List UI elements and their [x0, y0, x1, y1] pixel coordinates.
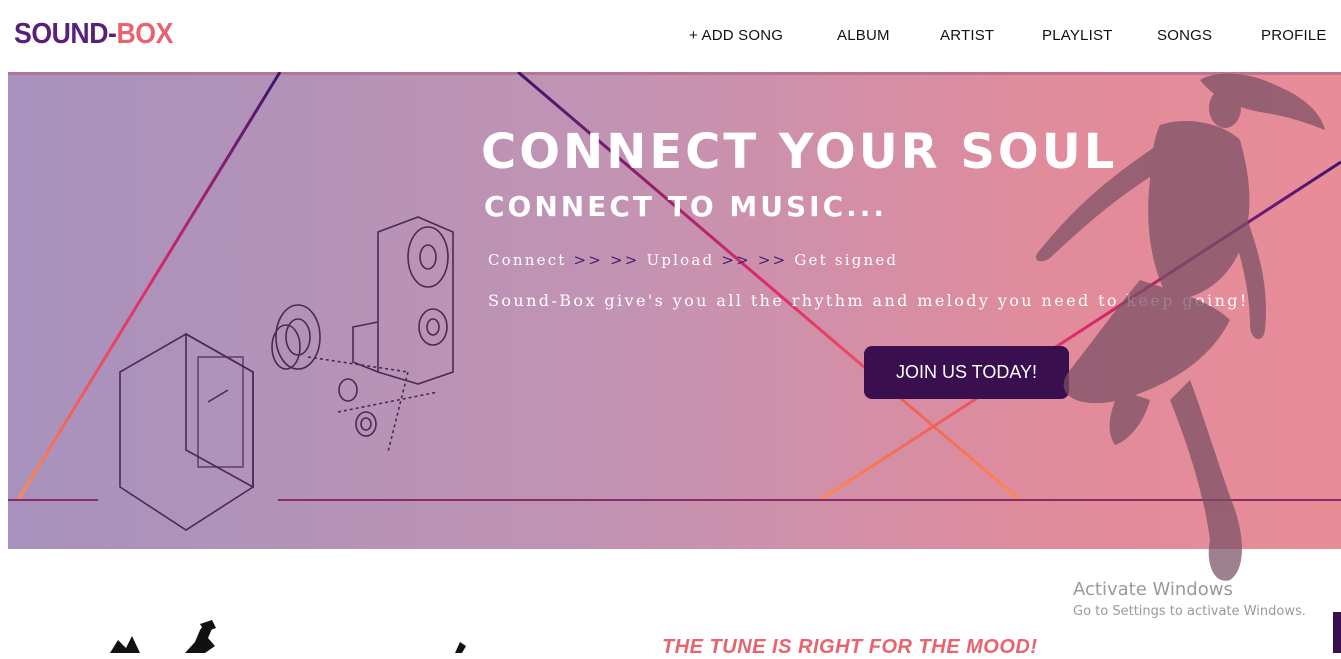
step-get-signed: Get signed [794, 251, 899, 269]
activate-windows-title: Activate Windows [1073, 579, 1233, 600]
nav-artist[interactable]: ARTIST [940, 27, 994, 44]
band-silhouette-image [110, 620, 466, 653]
join-us-button[interactable]: JOIN US TODAY! [864, 346, 1069, 399]
step-separator: >> >> [721, 251, 788, 269]
step-upload: Upload [646, 251, 715, 269]
hero-headline: CONNECT YOUR SOUL [481, 124, 1118, 180]
hero-subheadline: CONNECT TO MUSIC... [484, 190, 888, 223]
hero-steps: Connect >> >> Upload >> >> Get signed [488, 251, 898, 269]
step-separator: >> >> [573, 251, 640, 269]
hero-diagonal-line [819, 160, 1341, 502]
speaker-sketch-icon [119, 216, 454, 531]
activate-windows-subtitle: Go to Settings to activate Windows. [1073, 604, 1306, 619]
hero-banner: CONNECT YOUR SOUL CONNECT TO MUSIC... Co… [8, 72, 1341, 549]
scroll-to-top-tab[interactable] [1333, 612, 1341, 653]
step-connect: Connect [488, 251, 567, 269]
nav-songs[interactable]: SONGS [1157, 27, 1212, 44]
section-heading: THE TUNE IS RIGHT FOR THE MOOD! [662, 636, 1038, 658]
nav-playlist[interactable]: PLAYLIST [1042, 27, 1113, 44]
nav-album[interactable]: ALBUM [837, 27, 890, 44]
nav-add-song[interactable]: + ADD SONG [689, 27, 783, 44]
site-header: SOUND-BOX + ADD SONG ALBUM ARTIST PLAYLI… [0, 0, 1341, 72]
hero-tagline: Sound-Box give's you all the rhythm and … [488, 291, 1249, 310]
nav-profile[interactable]: PROFILE [1261, 27, 1327, 44]
main-nav: + ADD SONG ALBUM ARTIST PLAYLIST SONGS P… [0, 27, 1341, 49]
hero-diagonal-line [16, 72, 282, 501]
